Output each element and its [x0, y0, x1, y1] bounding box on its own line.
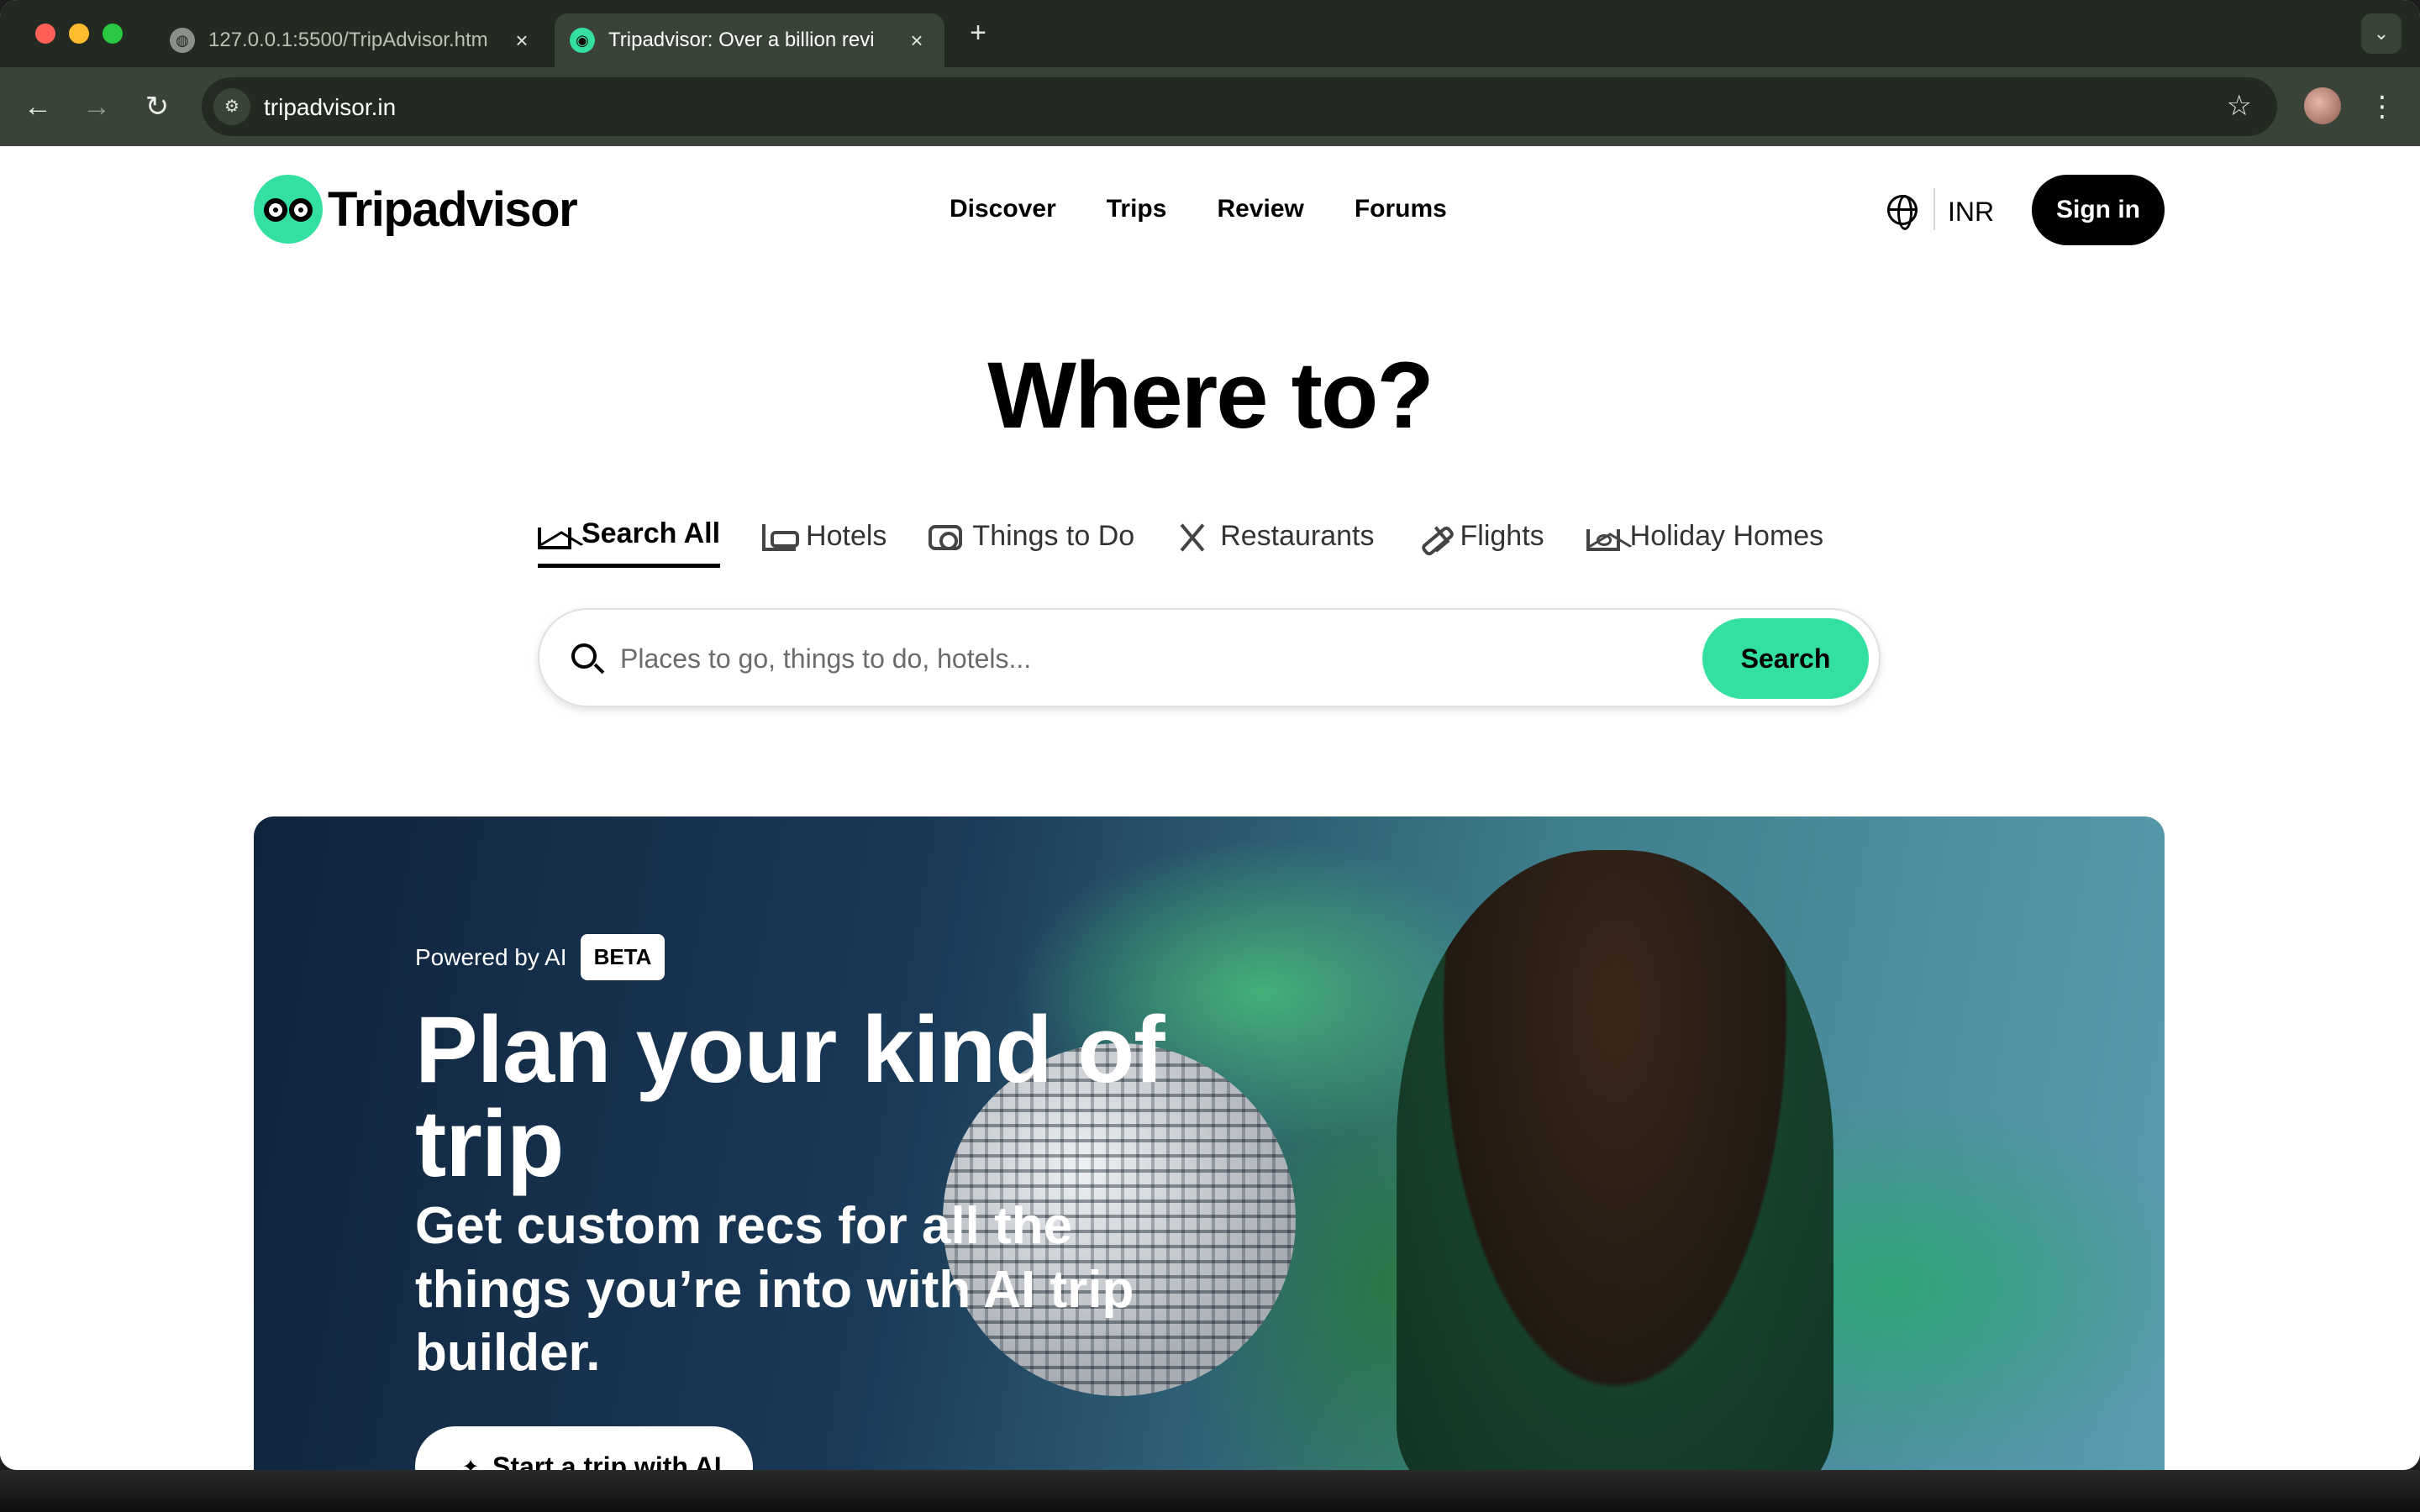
tab-hotels[interactable]: Hotels	[762, 517, 886, 568]
language-globe-icon[interactable]	[1887, 195, 1918, 230]
close-window-button[interactable]	[35, 24, 55, 44]
header-divider	[1933, 188, 1935, 230]
search-bar: Search	[538, 608, 1881, 707]
desktop-background	[0, 1470, 2420, 1512]
sign-in-button[interactable]: Sign in	[2032, 175, 2165, 245]
site-settings-icon[interactable]: ⚙	[213, 88, 250, 125]
tab-title: 127.0.0.1:5500/TripAdvisor.htm	[208, 29, 488, 51]
plane-icon	[1417, 521, 1450, 551]
tab-bar: ◍ 127.0.0.1:5500/TripAdvisor.htm × ◉ Tri…	[0, 0, 2420, 67]
address-url[interactable]: tripadvisor.in	[264, 94, 396, 121]
browser-tab-local[interactable]: ◍ 127.0.0.1:5500/TripAdvisor.htm ×	[155, 13, 550, 67]
address-bar[interactable]: ⚙ tripadvisor.in ☆	[202, 77, 2277, 136]
nav-trips[interactable]: Trips	[1107, 195, 1167, 223]
tab-restaurants[interactable]: Restaurants	[1176, 517, 1374, 568]
page-content: Tripadvisor Discover Trips Review Forums…	[0, 146, 2420, 1470]
search-category-tabs: Search All Hotels Things to Do Restauran…	[538, 517, 1823, 568]
cta-label: Start a trip with AI	[492, 1452, 722, 1470]
bed-icon	[762, 521, 800, 551]
search-input[interactable]	[620, 635, 1460, 682]
tab-label: Restaurants	[1220, 519, 1375, 552]
home-icon	[538, 527, 571, 549]
ai-trip-promo-banner: Powered by AI BETA Plan your kind of tri…	[254, 816, 2165, 1470]
promo-title: Plan your kind of trip	[415, 997, 1165, 1196]
close-tab-icon[interactable]: ×	[509, 28, 534, 54]
hero-title: Where to?	[987, 343, 1434, 448]
browser-tab-tripadvisor[interactable]: ◉ Tripadvisor: Over a billion revi ×	[555, 13, 944, 67]
promo-subtitle: Get custom recs for all the things you’r…	[415, 1197, 1134, 1383]
tab-title: Tripadvisor: Over a billion revi	[608, 29, 875, 51]
tab-label: Things to Do	[972, 519, 1135, 552]
owl-logo-icon	[254, 175, 323, 244]
camera-icon	[929, 525, 963, 550]
beta-badge: BETA	[580, 934, 666, 980]
tab-label: Hotels	[806, 519, 887, 552]
powered-by-ai: Powered by AI BETA	[415, 934, 666, 980]
start-trip-with-ai-button[interactable]: ✦ Start a trip with AI	[415, 1426, 753, 1470]
browser-window: ◍ 127.0.0.1:5500/TripAdvisor.htm × ◉ Tri…	[0, 0, 2420, 1470]
tab-things-to-do[interactable]: Things to Do	[929, 517, 1134, 568]
search-button[interactable]: Search	[1702, 618, 1869, 699]
nav-review[interactable]: Review	[1217, 195, 1303, 223]
tab-flights[interactable]: Flights	[1417, 517, 1544, 568]
tripadvisor-owl-icon: ◉	[570, 28, 595, 53]
tab-label: Flights	[1460, 519, 1544, 552]
search-icon	[571, 643, 597, 669]
tab-label: Search All	[581, 517, 721, 549]
profile-avatar[interactable]	[2304, 87, 2341, 124]
sparkle-icon: ✦	[462, 1456, 480, 1470]
back-arrow-icon[interactable]: ←	[17, 86, 59, 128]
minimize-window-button[interactable]	[69, 24, 89, 44]
tab-holiday-homes[interactable]: Holiday Homes	[1586, 517, 1824, 568]
reload-icon[interactable]: ↻	[136, 86, 178, 128]
globe-icon: ◍	[170, 28, 195, 53]
powered-by-label: Powered by AI	[415, 943, 567, 970]
house-key-icon	[1586, 529, 1620, 551]
tab-search-chevron-icon[interactable]: ⌄	[2361, 13, 2402, 54]
tab-label: Holiday Homes	[1629, 519, 1824, 552]
new-tab-button[interactable]: +	[963, 18, 993, 49]
tab-search-all[interactable]: Search All	[538, 517, 721, 568]
fork-knife-icon	[1176, 521, 1210, 551]
browser-toolbar: ← → ↻ ⚙ tripadvisor.in ☆ ⋮	[0, 67, 2420, 146]
browser-menu-icon[interactable]: ⋮	[2368, 86, 2396, 128]
maximize-window-button[interactable]	[103, 24, 123, 44]
bookmark-star-icon[interactable]: ☆	[2227, 89, 2252, 123]
nav-forums[interactable]: Forums	[1355, 195, 1447, 223]
nav-discover[interactable]: Discover	[950, 195, 1056, 223]
currency-selector[interactable]: INR	[1948, 197, 1994, 228]
tripadvisor-logo[interactable]: Tripadvisor	[254, 175, 578, 244]
forward-arrow-icon[interactable]: →	[76, 86, 118, 128]
promo-person-image	[1397, 850, 1833, 1470]
close-tab-icon[interactable]: ×	[904, 28, 929, 54]
main-nav: Discover Trips Review Forums	[950, 195, 1447, 223]
logo-text: Tripadvisor	[328, 181, 578, 237]
